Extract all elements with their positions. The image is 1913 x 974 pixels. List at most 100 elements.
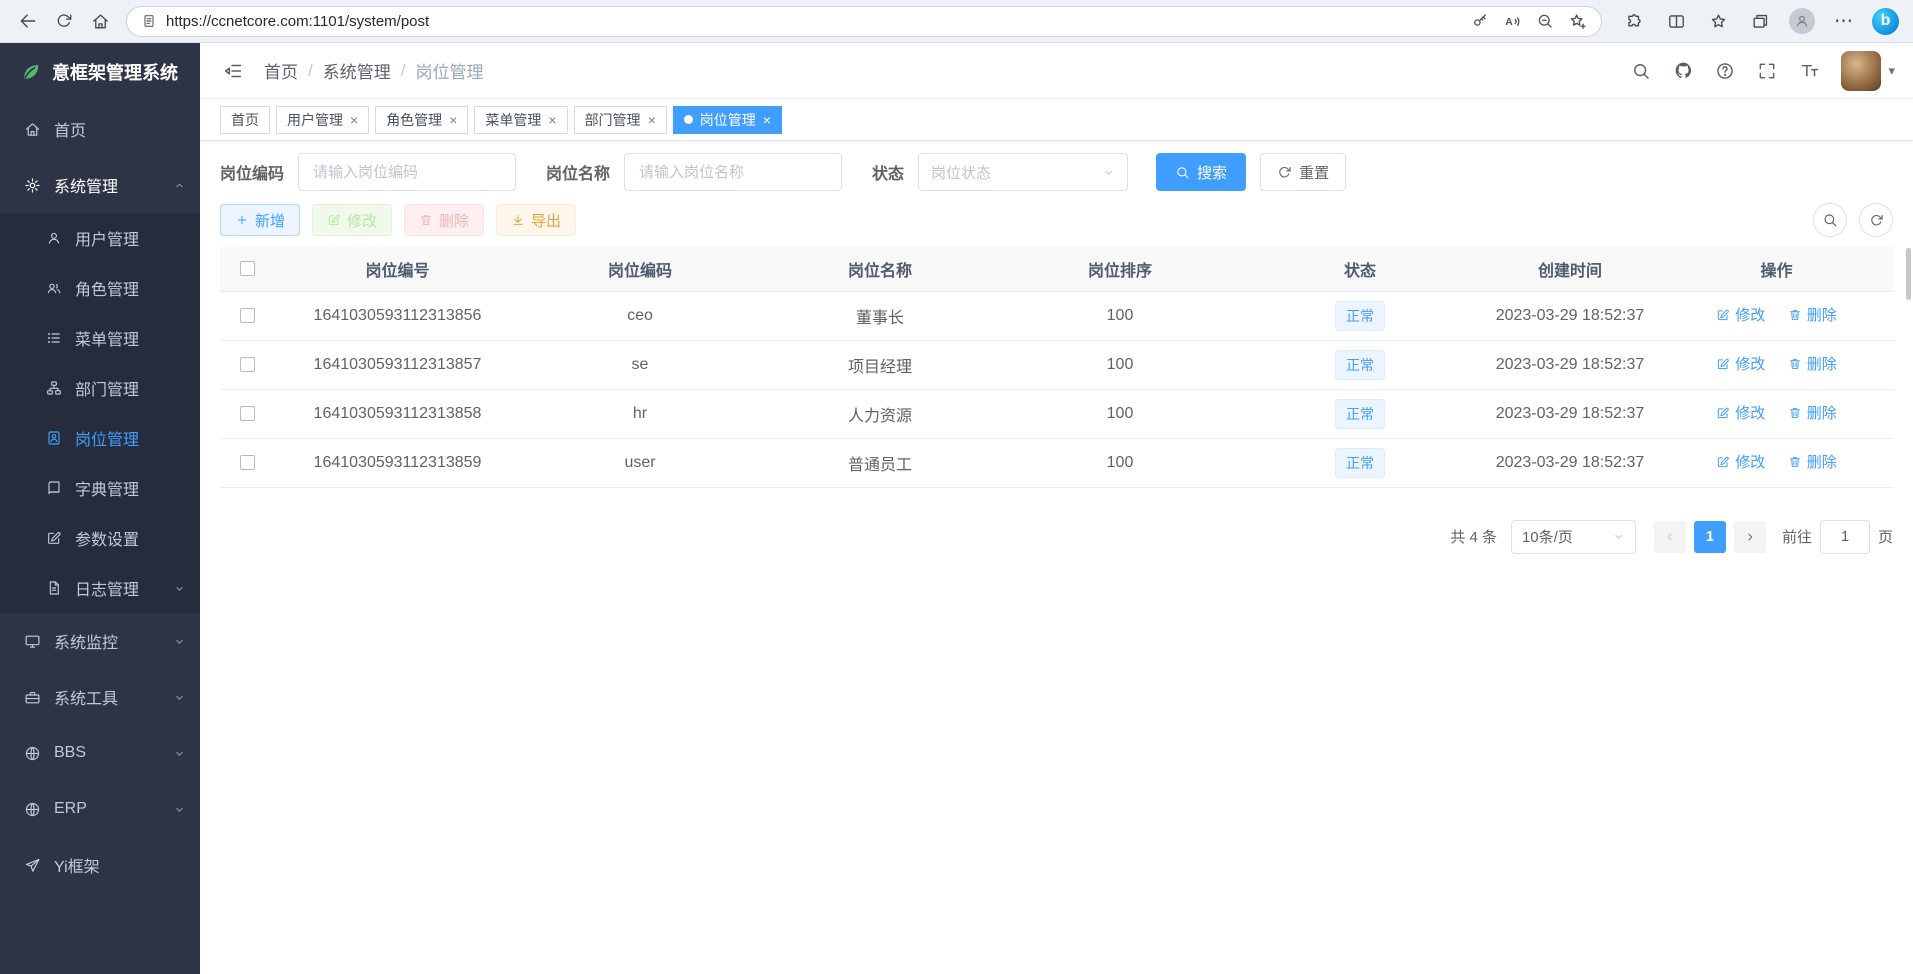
sidebar-subitem-log-management[interactable]: 日志管理 [0,563,200,613]
add-button[interactable]: 新增 [220,204,300,236]
user-avatar[interactable] [1841,51,1881,91]
status-badge: 正常 [1335,350,1385,380]
delete-button[interactable]: 删除 [404,204,484,236]
avatar-caret-down-icon[interactable]: ▾ [1888,63,1895,79]
sidebar-item-bbs[interactable]: BBS [0,725,200,781]
sidebar-item-yi-framework[interactable]: Yi框架 [0,837,200,893]
browser-profile-button[interactable] [1784,4,1820,38]
row-edit-link[interactable]: 修改 [1716,402,1765,423]
search-button[interactable]: 搜索 [1156,153,1246,191]
close-icon[interactable]: × [548,113,556,127]
export-button[interactable]: 导出 [496,204,576,236]
tab-menu-management[interactable]: 菜单管理 × [474,106,567,134]
sidebar-collapse-icon[interactable] [216,54,250,88]
browser-refresh-button[interactable] [46,4,82,38]
fullscreen-icon[interactable] [1747,50,1787,92]
breadcrumb-system[interactable]: 系统管理 [323,58,391,83]
status-select[interactable]: 岗位状态 [918,153,1128,191]
row-delete-link[interactable]: 删除 [1788,402,1837,423]
trash-icon [1788,308,1802,322]
prev-page-button[interactable] [1654,521,1686,553]
browser-menu-button[interactable]: ⋯ [1826,4,1862,38]
font-size-icon[interactable] [1789,50,1829,92]
browser-home-button[interactable] [82,4,118,38]
sidebar-subitem-role-management[interactable]: 角色管理 [0,263,200,313]
goto-page-input[interactable] [1820,520,1870,554]
github-icon[interactable] [1663,50,1703,92]
cell-post-sort: 100 [1000,438,1240,487]
sidebar-subitem-menu-management[interactable]: 菜单管理 [0,313,200,363]
tab-post-management[interactable]: 岗位管理 × [673,106,782,134]
sidebar-item-system-tools[interactable]: 系统工具 [0,669,200,725]
read-aloud-icon[interactable] [1503,12,1522,31]
sidebar-subitem-dept-management[interactable]: 部门管理 [0,363,200,413]
cell-post-name: 普通员工 [760,438,1000,487]
sidebar-subitem-param-settings[interactable]: 参数设置 [0,513,200,563]
collections-icon[interactable] [1742,4,1778,38]
help-icon[interactable] [1705,50,1745,92]
address-url[interactable]: https://ccnetcore.com:1101/system/post [166,13,1471,30]
reset-button[interactable]: 重置 [1260,153,1346,191]
zoom-icon[interactable] [1536,12,1554,30]
browser-back-button[interactable] [10,4,46,38]
tab-role-management[interactable]: 角色管理 × [375,106,468,134]
row-checkbox[interactable] [240,357,255,372]
row-checkbox[interactable] [240,308,255,323]
scrollbar-thumb[interactable] [1906,248,1911,300]
sidebar-item-system-monitor[interactable]: 系统监控 [0,613,200,669]
book-icon [46,480,62,496]
post-code-input[interactable] [298,153,516,191]
row-delete-link[interactable]: 删除 [1788,353,1837,374]
close-icon[interactable]: × [648,113,656,127]
cell-post-name: 董事长 [760,291,1000,340]
trash-icon [1788,455,1802,469]
page-1-button[interactable]: 1 [1694,521,1726,553]
org-tree-icon [46,380,62,396]
tab-user-management[interactable]: 用户管理 × [276,106,369,134]
row-checkbox[interactable] [240,455,255,470]
globe-icon [24,801,41,818]
chevron-down-icon [1102,166,1115,179]
bing-copilot-icon[interactable]: b [1872,8,1899,35]
row-edit-link[interactable]: 修改 [1716,451,1765,472]
col-created-time: 创建时间 [1480,247,1660,291]
leaf-logo-icon [20,61,42,83]
sidebar-subitem-user-management[interactable]: 用户管理 [0,213,200,263]
header-search-icon[interactable] [1621,50,1661,92]
close-icon[interactable]: × [350,113,358,127]
close-icon[interactable]: × [763,113,771,127]
close-icon[interactable]: × [449,113,457,127]
sidebar-item-home[interactable]: 首页 [0,101,200,157]
cell-created-time: 2023-03-29 18:52:37 [1480,340,1660,389]
split-screen-icon[interactable] [1658,4,1694,38]
select-all-checkbox[interactable] [240,261,255,276]
toggle-search-button[interactable] [1813,203,1847,237]
table-row: 1641030593112313856 ceo 董事长 100 正常 2023-… [220,291,1893,340]
tab-home[interactable]: 首页 [220,106,270,134]
address-bar[interactable]: https://ccnetcore.com:1101/system/post [126,6,1602,37]
row-edit-link[interactable]: 修改 [1716,304,1765,325]
breadcrumb-home[interactable]: 首页 [264,58,298,83]
sidebar-item-erp[interactable]: ERP [0,781,200,837]
sidebar-subitem-dict-management[interactable]: 字典管理 [0,463,200,513]
row-edit-link[interactable]: 修改 [1716,353,1765,374]
cell-created-time: 2023-03-29 18:52:37 [1480,291,1660,340]
row-delete-link[interactable]: 删除 [1788,304,1837,325]
post-name-input[interactable] [624,153,842,191]
next-page-button[interactable] [1734,521,1766,553]
col-status: 状态 [1240,247,1480,291]
row-checkbox[interactable] [240,406,255,421]
edit-button[interactable]: 修改 [312,204,392,236]
refresh-table-button[interactable] [1859,203,1893,237]
page-size-select[interactable]: 10条/页 [1511,520,1636,554]
favorites-icon[interactable] [1700,4,1736,38]
password-key-icon[interactable] [1471,12,1489,30]
sidebar-item-system-management[interactable]: 系统管理 [0,157,200,213]
sidebar-subitem-post-management[interactable]: 岗位管理 [0,413,200,463]
row-delete-link[interactable]: 删除 [1788,451,1837,472]
extensions-icon[interactable] [1616,4,1652,38]
add-favorite-icon[interactable] [1568,12,1587,31]
cell-post-sort: 100 [1000,340,1240,389]
page-info-icon[interactable] [141,13,157,29]
tab-dept-management[interactable]: 部门管理 × [574,106,667,134]
